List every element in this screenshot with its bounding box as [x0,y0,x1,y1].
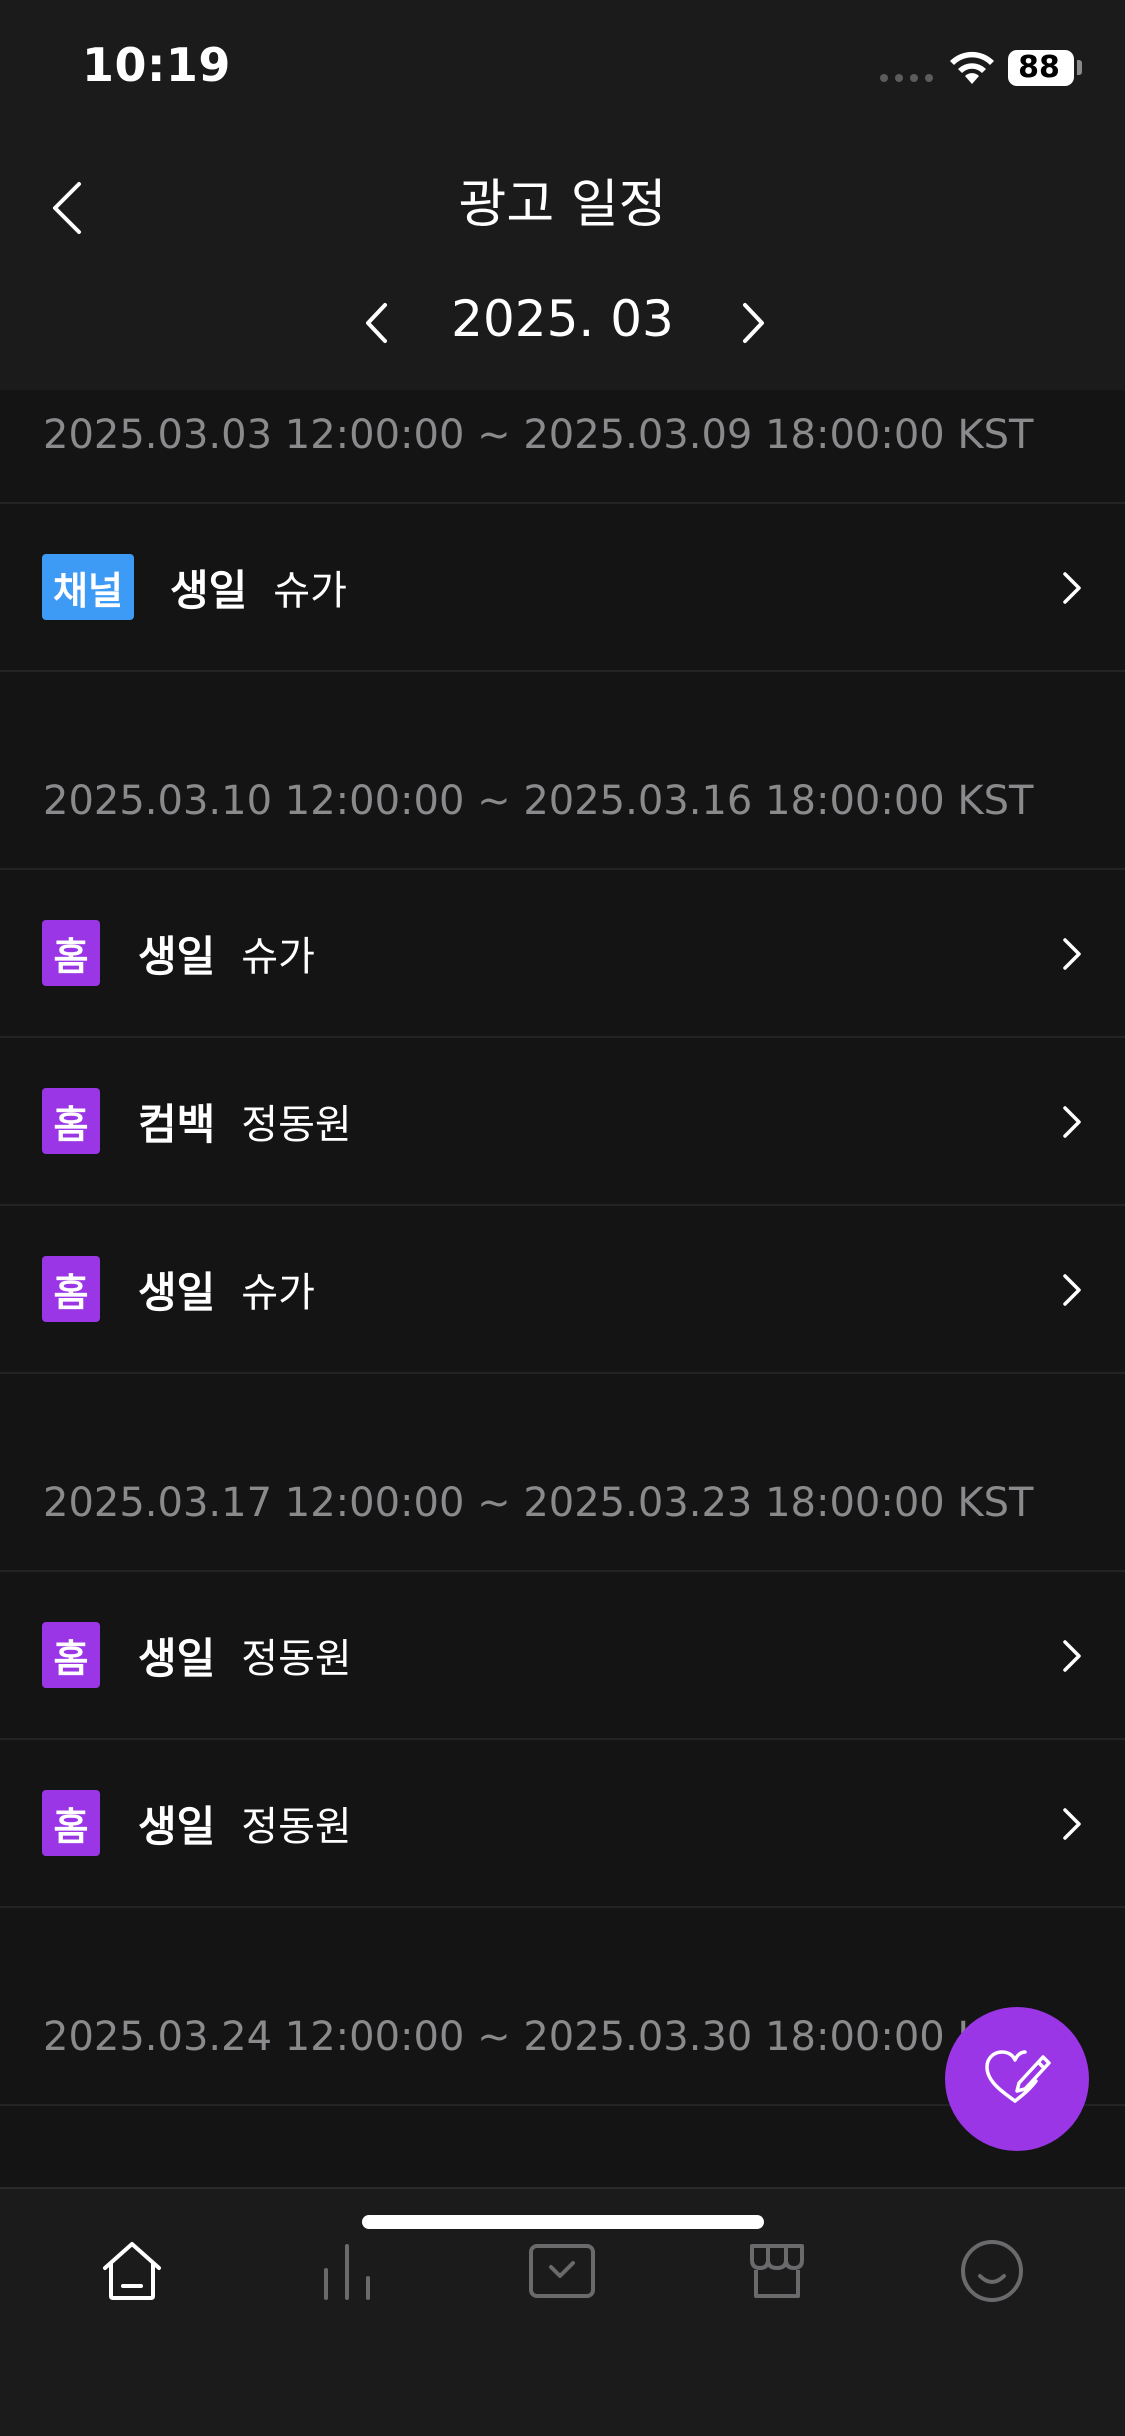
tab-my[interactable] [942,2231,1042,2311]
next-month-button[interactable] [724,288,784,358]
schedule-type: 컴백 [138,1099,216,1149]
wifi-icon [950,51,994,84]
chevron-right-icon [1057,1098,1087,1146]
schedule-type: 생일 [138,1801,216,1851]
month-navigator: 2025. 03 [0,282,1125,362]
heart-pencil-icon [985,2050,1051,2103]
schedule-list[interactable]: 2025.03.03 12:00:00 ~ 2025.03.09 18:00:0… [0,390,1125,2190]
artist-name: 정동원 [241,1804,352,1850]
chevron-right-icon [1057,1800,1087,1848]
home-badge: 홈 [42,920,100,986]
chevron-right-icon [1057,1632,1087,1680]
battery-icon: 88 [1008,50,1074,86]
battery-cap [1077,60,1082,75]
date-range-header: 2025.03.10 12:00:00 ~ 2025.03.16 18:00:0… [0,672,1125,870]
channel-badge: 채널 [42,554,134,620]
signal-icon [880,74,933,82]
artist-name: 정동원 [241,1102,352,1148]
date-range-header: 2025.03.03 12:00:00 ~ 2025.03.09 18:00:0… [0,390,1125,504]
date-range-header: 2025.03.17 12:00:00 ~ 2025.03.23 18:00:0… [0,1374,1125,1572]
schedule-type: 생일 [138,931,216,981]
tab-store[interactable] [727,2231,827,2311]
home-icon [103,2242,161,2300]
artist-name: 정동원 [241,1636,352,1682]
schedule-row[interactable]: 채널 생일 슈가 [0,504,1125,672]
write-cheer-button[interactable] [945,2007,1089,2151]
home-badge: 홈 [42,1256,100,1322]
smile-icon [961,2240,1023,2302]
tab-mission[interactable] [512,2231,612,2311]
chart-icon [324,2244,370,2300]
schedule-type: 생일 [138,1267,216,1317]
status-bar: 10:19 88 [0,0,1125,132]
schedule-row[interactable]: 홈 생일 정동원 [0,1740,1125,1908]
schedule-row[interactable]: 홈 생일 슈가 [0,1206,1125,1374]
chevron-right-icon [1057,1266,1087,1314]
chevron-right-icon [1057,930,1087,978]
schedule-row[interactable]: 홈 생일 슈가 [0,870,1125,1038]
screen: 10:19 88 광고 일정 2025. 03 2025.03.03 12:00… [0,0,1125,2436]
check-box-icon [529,2244,595,2298]
current-month-label: 2025. 03 [451,290,674,348]
artist-name: 슈가 [241,934,315,980]
schedule-row[interactable]: 홈 생일 정동원 [0,1572,1125,1740]
nav-header: 광고 일정 2025. 03 [0,132,1125,390]
status-time: 10:19 [82,38,231,92]
tab-chart[interactable] [297,2231,397,2311]
home-indicator [362,2215,764,2229]
tab-home[interactable] [82,2231,182,2311]
home-badge: 홈 [42,1088,100,1154]
schedule-type: 생일 [170,565,248,615]
page-title: 광고 일정 [458,175,667,235]
schedule-type: 생일 [138,1633,216,1683]
store-icon [750,2244,804,2298]
chevron-right-icon [1057,564,1087,612]
home-badge: 홈 [42,1622,100,1688]
artist-name: 슈가 [241,1270,315,1316]
schedule-row[interactable]: 홈 컴백 정동원 [0,1038,1125,1206]
artist-name: 슈가 [273,568,347,614]
chevron-right-icon [743,303,764,343]
battery-level-text: 88 [1018,50,1060,85]
home-badge: 홈 [42,1790,100,1856]
